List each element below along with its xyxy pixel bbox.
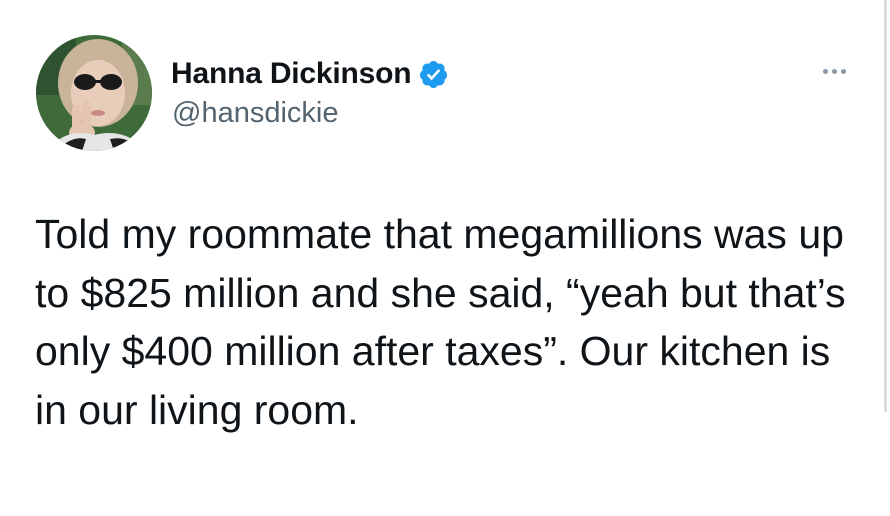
more-dot bbox=[832, 68, 837, 74]
tweet-text: Told my roommate that megamillions was u… bbox=[35, 211, 858, 433]
tweet-card: Hanna Dickinson @hansdickie Told my room… bbox=[0, 0, 890, 516]
avatar[interactable] bbox=[36, 35, 152, 151]
avatar-photo-icon bbox=[36, 35, 152, 151]
author-handle[interactable]: @hansdickie bbox=[172, 97, 338, 130]
card-border bbox=[884, 0, 887, 412]
more-dot bbox=[841, 68, 846, 74]
more-options-icon[interactable] bbox=[823, 64, 853, 78]
more-dot bbox=[823, 68, 828, 74]
author-name-row: Hanna Dickinson bbox=[171, 54, 449, 94]
author-display-name[interactable]: Hanna Dickinson bbox=[171, 57, 412, 91]
verified-badge-icon bbox=[420, 60, 448, 88]
